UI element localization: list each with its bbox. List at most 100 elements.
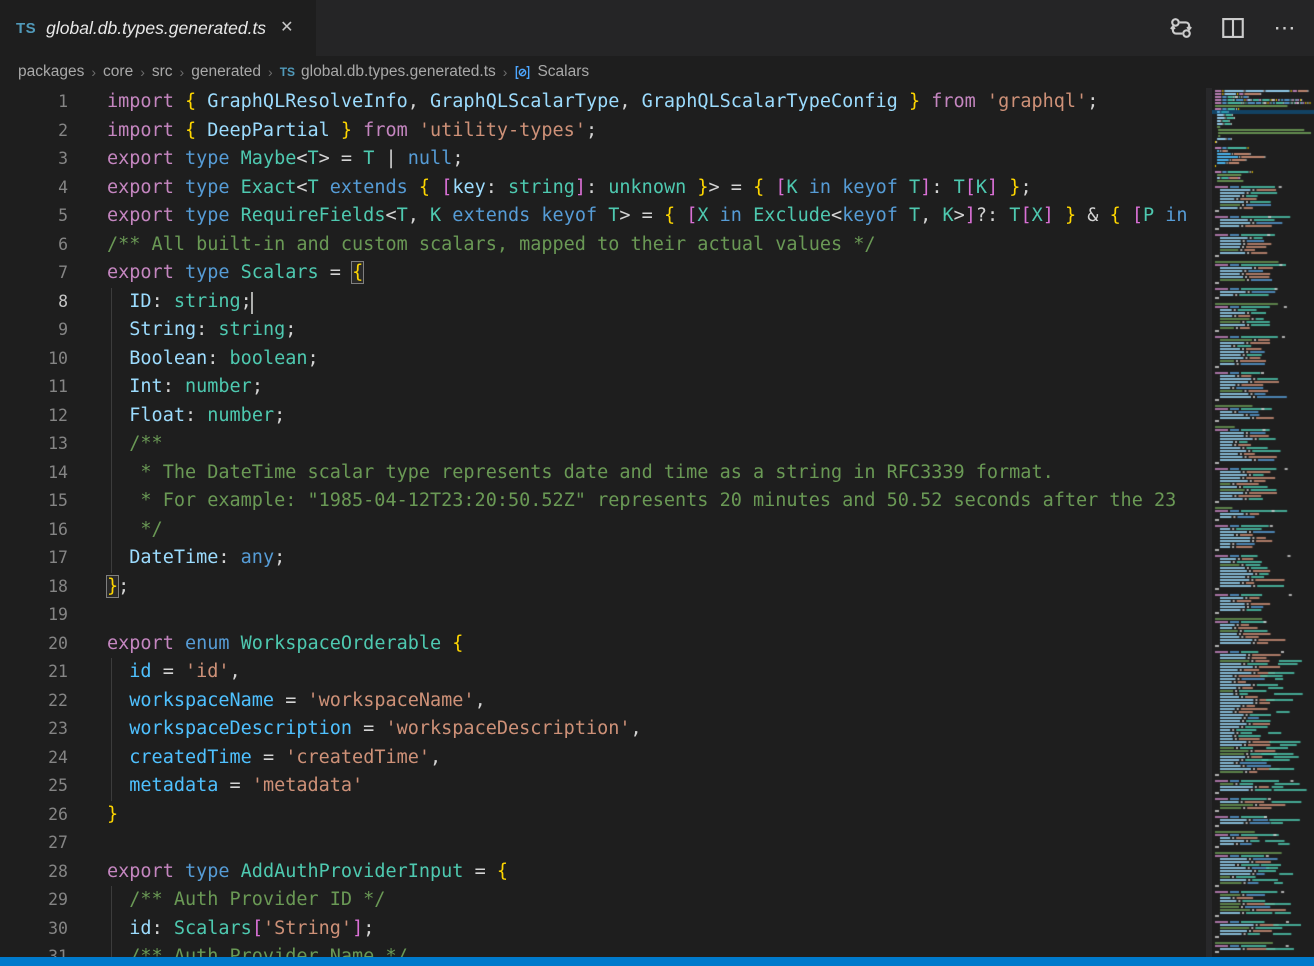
code-line-17: 17 DateTime: any; [0, 544, 1207, 573]
code-text[interactable]: /** All built-in and custom scalars, map… [107, 231, 876, 260]
code-text[interactable]: * For example: "1985-04-12T23:20:50.52Z"… [107, 487, 1176, 516]
code-line-6: 6 /** All built-in and custom scalars, ma… [0, 231, 1207, 260]
code-line-23: 23 workspaceDescription = 'workspaceDesc… [0, 715, 1207, 744]
line-number: 19 [0, 601, 68, 630]
code-text[interactable]: id: Scalars['String']; [107, 915, 374, 944]
chevron-right-icon: › [91, 64, 96, 80]
code-text[interactable]: export enum WorkspaceOrderable { [107, 630, 463, 659]
code-line-20: 20 export enum WorkspaceOrderable { [0, 630, 1207, 659]
line-number: 11 [0, 373, 68, 402]
breadcrumb-item-src[interactable]: src [152, 63, 173, 81]
code-line-19: 19 [0, 601, 1207, 630]
code-text[interactable]: export type Exact<T extends { [key: stri… [107, 174, 1032, 203]
code-text[interactable]: export type Maybe<T> = T | null; [107, 145, 463, 174]
line-number: 15 [0, 487, 68, 516]
code-text[interactable]: export type RequireFields<T, K extends k… [107, 202, 1188, 231]
indent-guide [111, 516, 112, 545]
code-line-12: 12 Float: number; [0, 402, 1207, 431]
code-line-13: 13 /** [0, 430, 1207, 459]
code-text[interactable]: Float: number; [107, 402, 285, 431]
line-number: 10 [0, 345, 68, 374]
line-number: 23 [0, 715, 68, 744]
code-line-22: 22 workspaceName = 'workspaceName', [0, 687, 1207, 716]
tab-close-icon[interactable]: ✕ [280, 20, 293, 36]
code-text[interactable]: createdTime = 'createdTime', [107, 744, 441, 773]
line-number: 5 [0, 202, 68, 231]
minimap-edge [1206, 88, 1212, 958]
chevron-right-icon: › [268, 64, 273, 80]
indent-guide [111, 402, 112, 431]
code-text[interactable]: Boolean: boolean; [107, 345, 319, 374]
breadcrumb-item-scalars[interactable]: Scalars [514, 63, 589, 81]
line-number: 8 [0, 288, 68, 317]
code-line-11: 11 Int: number; [0, 373, 1207, 402]
status-bar[interactable] [0, 957, 1314, 966]
code-text[interactable]: import { DeepPartial } from 'utility-typ… [107, 117, 597, 146]
line-number: 2 [0, 117, 68, 146]
breadcrumb-item-core[interactable]: core [103, 63, 133, 81]
code-text[interactable]: workspaceName = 'workspaceName', [107, 687, 486, 716]
code-text[interactable]: Int: number; [107, 373, 263, 402]
code-text[interactable]: String: string; [107, 316, 296, 345]
tab-title: global.db.types.generated.ts [46, 18, 266, 39]
code-text[interactable]: } [107, 801, 118, 830]
code-line-15: 15 * For example: "1985-04-12T23:20:50.5… [0, 487, 1207, 516]
editor-actions: ⋯ [1166, 0, 1314, 56]
line-number: 14 [0, 459, 68, 488]
more-actions-icon[interactable]: ⋯ [1270, 13, 1300, 43]
minimap[interactable] [1207, 88, 1314, 958]
breadcrumb-label: Scalars [537, 63, 589, 81]
code-line-28: 28export type AddAuthProviderInput = { [0, 858, 1207, 887]
line-number: 20 [0, 630, 68, 659]
code-line-4: 4export type Exact<T extends { [key: str… [0, 174, 1207, 203]
indent-guide [111, 373, 112, 402]
symbol-type-icon [514, 64, 531, 81]
code-line-16: 16 */ [0, 516, 1207, 545]
breadcrumb-label: core [103, 63, 133, 81]
code-text[interactable]: workspaceDescription = 'workspaceDescrip… [107, 715, 642, 744]
breadcrumb-label: packages [18, 63, 84, 81]
tab-global-db-types-generated[interactable]: TS global.db.types.generated.ts ✕ [0, 0, 316, 56]
line-number: 6 [0, 231, 68, 260]
indent-guide [111, 772, 112, 801]
code-text[interactable]: id = 'id', [107, 658, 241, 687]
code-text[interactable]: ID: string; [107, 288, 253, 317]
breadcrumb: packages›core›src›generated›TSglobal.db.… [0, 56, 1314, 88]
code-text[interactable]: /** Auth Provider ID */ [107, 886, 385, 915]
code-text[interactable]: * The DateTime scalar type represents da… [107, 459, 1054, 488]
line-number: 24 [0, 744, 68, 773]
vscode-window: TS global.db.types.generated.ts ✕ [0, 0, 1314, 966]
code-text[interactable]: export type AddAuthProviderInput = { [107, 858, 508, 887]
line-number: 26 [0, 801, 68, 830]
code-text[interactable]: }; [107, 573, 129, 602]
breadcrumb-item-packages[interactable]: packages [18, 63, 84, 81]
line-number: 13 [0, 430, 68, 459]
indent-guide [111, 288, 112, 317]
indent-guide [111, 544, 112, 573]
code-text[interactable]: import { GraphQLResolveInfo, GraphQLScal… [107, 88, 1098, 117]
breadcrumb-label: generated [191, 63, 261, 81]
indent-guide [111, 715, 112, 744]
line-number: 30 [0, 915, 68, 944]
code-text[interactable]: metadata = 'metadata' [107, 772, 363, 801]
code-lines: 1 import { GraphQLResolveInfo, GraphQLSca… [0, 88, 1207, 966]
breadcrumb-item-generated[interactable]: generated [191, 63, 261, 81]
tab-bar: TS global.db.types.generated.ts ✕ [0, 0, 1314, 56]
indent-guide [111, 915, 112, 944]
breadcrumb-item-global-db-types-generated-ts[interactable]: TSglobal.db.types.generated.ts [280, 63, 496, 81]
indent-guide [111, 886, 112, 915]
code-text[interactable]: export type Scalars = { [107, 259, 363, 288]
line-number: 18 [0, 573, 68, 602]
code-text[interactable]: */ [107, 516, 163, 545]
code-line-30: 30 id: Scalars['String']; [0, 915, 1207, 944]
code-text[interactable]: DateTime: any; [107, 544, 285, 573]
editor-pane[interactable]: 1 import { GraphQLResolveInfo, GraphQLSca… [0, 88, 1207, 966]
compare-changes-icon[interactable] [1166, 13, 1196, 43]
code-text[interactable]: /** [107, 430, 163, 459]
breadcrumb-label: global.db.types.generated.ts [301, 63, 496, 81]
indent-guide [111, 687, 112, 716]
code-line-29: 29 /** Auth Provider ID */ [0, 886, 1207, 915]
split-editor-icon[interactable] [1218, 13, 1248, 43]
line-number: 1 [0, 88, 68, 117]
code-line-10: 10 Boolean: boolean; [0, 345, 1207, 374]
